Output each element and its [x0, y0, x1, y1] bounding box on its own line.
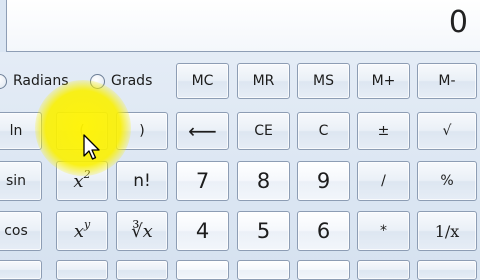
multiply-button[interactable]: *: [357, 211, 410, 251]
digit-4-button[interactable]: 4: [176, 211, 229, 251]
factorial-button[interactable]: n!: [116, 161, 168, 201]
next-row-button-1[interactable]: [0, 260, 42, 280]
digit-9-button[interactable]: 9: [297, 161, 350, 201]
square-button[interactable]: x2: [56, 161, 108, 201]
mouse-pointer-icon: [83, 134, 100, 160]
power-base: x: [73, 220, 84, 242]
reciprocal-button[interactable]: 1/x: [417, 211, 477, 251]
square-exponent: 2: [83, 167, 91, 181]
digit-6-button[interactable]: 6: [297, 211, 350, 251]
radians-radio-circle[interactable]: [0, 73, 7, 89]
clear-button[interactable]: C: [297, 112, 350, 150]
ln-button[interactable]: ln: [0, 112, 42, 150]
digit-8-button[interactable]: 8: [237, 161, 290, 201]
sin-button[interactable]: sin: [0, 161, 42, 201]
subtract-button[interactable]: [357, 260, 410, 280]
percent-button[interactable]: %: [417, 161, 477, 201]
digit-7-button[interactable]: 7: [176, 161, 229, 201]
digit-1-button[interactable]: [176, 260, 229, 280]
memory-recall-button[interactable]: MR: [237, 63, 290, 99]
equals-button[interactable]: [417, 260, 477, 280]
digit-2-button[interactable]: [237, 260, 290, 280]
plus-minus-button[interactable]: ±: [357, 112, 410, 150]
next-row-button-2[interactable]: [56, 260, 108, 280]
grads-label: Grads: [111, 73, 153, 89]
cos-button[interactable]: cos: [0, 211, 42, 251]
memory-add-button[interactable]: M+: [357, 63, 410, 99]
grads-radio[interactable]: Grads: [90, 66, 152, 96]
digit-5-button[interactable]: 5: [237, 211, 290, 251]
memory-subtract-button[interactable]: M-: [417, 63, 477, 99]
cube-root-button[interactable]: ∛x: [116, 211, 168, 251]
memory-store-button[interactable]: MS: [297, 63, 350, 99]
backspace-button[interactable]: ⟵: [176, 112, 229, 150]
close-paren-button[interactable]: ): [116, 112, 168, 150]
grads-radio-circle[interactable]: [90, 73, 105, 89]
next-row-button-3[interactable]: [116, 260, 168, 280]
radians-label: Radians: [13, 73, 69, 89]
digit-3-button[interactable]: [297, 260, 350, 280]
calculator-display: 0: [6, 0, 480, 52]
radians-radio[interactable]: Radians: [0, 66, 69, 96]
memory-clear-button[interactable]: MC: [176, 63, 229, 99]
square-base: x: [73, 170, 84, 192]
backspace-arrow-icon: ⟵: [188, 119, 217, 143]
power-exponent: y: [83, 217, 91, 231]
power-button[interactable]: xy: [56, 211, 108, 251]
clear-entry-button[interactable]: CE: [237, 112, 290, 150]
divide-button[interactable]: /: [357, 161, 410, 201]
display-value: 0: [448, 5, 468, 40]
square-root-button[interactable]: √: [417, 112, 477, 150]
